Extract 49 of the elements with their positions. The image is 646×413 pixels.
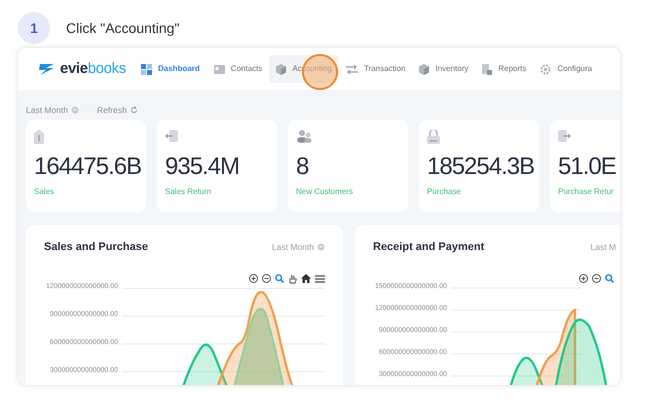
period-dropdown[interactable]: Last M xyxy=(590,240,616,254)
nav-tab[interactable]: Transaction xyxy=(338,55,412,83)
search-icon[interactable] xyxy=(605,274,614,283)
nav-tab[interactable]: Dashboard xyxy=(134,55,207,83)
document-icon xyxy=(482,64,492,74)
stat-value: 935.4M xyxy=(165,152,240,182)
menu-icon[interactable] xyxy=(315,274,325,282)
step-number: 1 xyxy=(18,12,50,44)
stat-value: 185254.3B xyxy=(427,152,535,182)
zoom-out-icon[interactable] xyxy=(592,274,601,283)
arrows-icon xyxy=(346,64,358,74)
zoom-in-icon[interactable] xyxy=(249,274,258,283)
stat-label: Sales Return xyxy=(165,186,212,198)
cube-icon xyxy=(419,64,430,74)
grid-icon xyxy=(141,64,152,74)
chart-title: Receipt and Payment xyxy=(373,240,484,255)
nav-tab[interactable]: Reports xyxy=(475,55,534,83)
period-dropdown[interactable]: Last Month xyxy=(272,240,325,254)
logo-icon xyxy=(38,62,56,76)
filter-button[interactable]: Refresh xyxy=(97,104,138,116)
stat-value: 164475.6B xyxy=(34,152,142,182)
caret-icon xyxy=(71,106,80,114)
nav-tab[interactable]: Inventory xyxy=(412,55,476,83)
nav-tab[interactable]: Contacts xyxy=(206,55,270,83)
zoom-out-icon[interactable] xyxy=(262,274,271,283)
home-icon[interactable] xyxy=(301,274,311,283)
shopping-bag-icon xyxy=(427,130,440,144)
step-instruction: Click "Accounting" xyxy=(66,18,180,38)
chart-title: Sales and Purchase xyxy=(44,240,148,255)
card-icon xyxy=(214,64,225,74)
cube-icon xyxy=(276,64,286,74)
gear-icon xyxy=(540,64,552,74)
stat-label: Sales xyxy=(34,186,56,198)
return-icon xyxy=(165,130,178,142)
stat-value: 51.0E xyxy=(558,152,616,182)
filter-button[interactable]: Last Month xyxy=(26,104,80,116)
refresh-icon xyxy=(130,106,138,114)
forward-icon xyxy=(558,130,572,142)
hand-icon[interactable] xyxy=(288,274,297,284)
stat-label: Purchase xyxy=(427,186,462,198)
nav-tab[interactable]: Configura xyxy=(533,55,600,83)
logo-text: eviebooks xyxy=(60,58,126,79)
search-icon[interactable] xyxy=(275,274,284,283)
stat-label: Purchase Retur xyxy=(558,186,615,198)
price-tag-icon xyxy=(34,130,44,144)
stat-label: New Customers xyxy=(296,186,354,198)
zoom-in-icon[interactable] xyxy=(579,274,588,283)
stat-value: 8 xyxy=(296,152,310,182)
users-icon xyxy=(296,130,312,143)
